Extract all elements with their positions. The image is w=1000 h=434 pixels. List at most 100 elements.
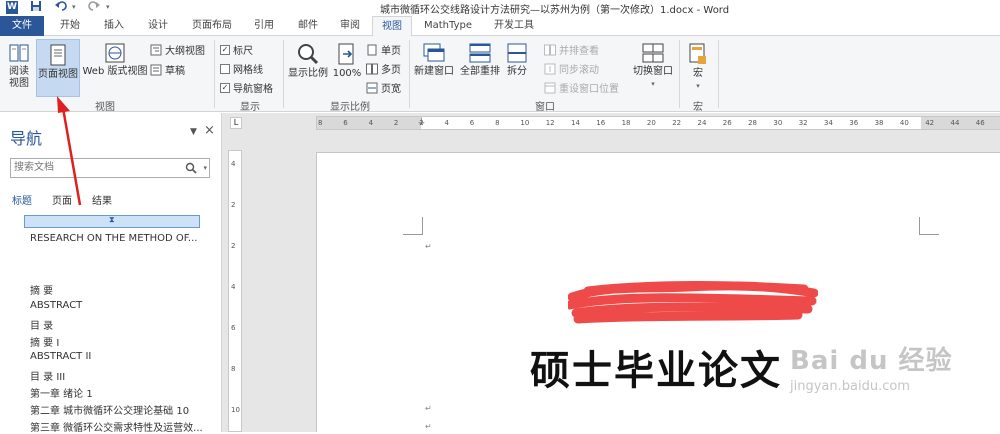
ruler-number: 4: [231, 160, 236, 168]
page-width-button[interactable]: 页宽: [366, 80, 401, 95]
sync-scroll-label: 同步滚动: [559, 65, 599, 76]
search-icon[interactable]: [185, 162, 197, 174]
nav-heading-item[interactable]: RESEARCH ON THE METHOD OF...: [30, 233, 197, 244]
collapse-heading-bar[interactable]: ⧗: [24, 215, 200, 228]
page-width-icon: [366, 82, 378, 93]
reset-position-label: 重设窗口位置: [559, 84, 619, 95]
ribbon-separator: [679, 40, 680, 108]
ruler-number: 8: [495, 119, 500, 127]
read-mode-label-1: 阅读: [9, 66, 29, 77]
undo-icon[interactable]: [55, 0, 69, 16]
reset-position-button[interactable]: 重设窗口位置: [544, 80, 619, 95]
word-app-icon[interactable]: W: [6, 1, 18, 14]
page-width-label: 页宽: [381, 84, 401, 95]
read-mode-button[interactable]: 阅读 视图: [4, 42, 34, 90]
macros-button[interactable]: 宏 ▾: [683, 42, 713, 92]
nav-heading-item[interactable]: ABSTRACT: [30, 300, 82, 311]
paragraph-mark: ↵: [425, 422, 432, 431]
ruler-number: 14: [571, 119, 580, 127]
switch-window-button[interactable]: 切换窗口 ▾: [630, 42, 676, 90]
redo-icon[interactable]: [88, 0, 100, 16]
vertical-ruler[interactable]: [228, 150, 242, 432]
tab-selector[interactable]: L: [230, 117, 242, 129]
tab-insert[interactable]: 插入: [96, 16, 132, 36]
group-macro-label: 宏: [693, 102, 703, 113]
nav-heading-item[interactable]: 第二章 城市微循环公交理论基础 10: [30, 402, 189, 417]
ruler-number: 46: [975, 119, 985, 127]
draft-label: 草稿: [165, 66, 185, 77]
ruler-number: 42: [925, 119, 935, 127]
tab-review[interactable]: 审阅: [332, 16, 368, 36]
gridlines-checkbox[interactable]: 网格线: [220, 61, 263, 76]
ruler-checkbox[interactable]: ✓ 标尺: [220, 42, 253, 57]
print-layout-button[interactable]: 页面视图: [36, 39, 80, 97]
outline-label: 大纲视图: [165, 46, 205, 57]
multi-page-label: 多页: [381, 65, 401, 76]
nav-tab-results[interactable]: 结果: [92, 192, 112, 207]
zoom-100-button[interactable]: 100%: [332, 42, 362, 80]
side-by-side-label: 并排查看: [559, 46, 599, 57]
new-window-button[interactable]: 新建窗口: [412, 42, 456, 78]
nav-heading-item[interactable]: 摘 要: [30, 282, 53, 297]
tab-home[interactable]: 开始: [52, 16, 88, 36]
nav-options-icon[interactable]: ▼: [190, 127, 197, 137]
ruler-number: 12: [545, 119, 555, 127]
navigation-pane: 导航 ▼ × 搜索文档 ▾ 标题 页面 结果 ⧗ RESEARCH ON THE…: [0, 113, 222, 434]
page-view-label: 页面视图: [38, 69, 78, 80]
tab-mailings[interactable]: 邮件: [290, 16, 326, 36]
sync-scroll-button[interactable]: 同步滚动: [544, 61, 599, 76]
search-placeholder: 搜索文档: [14, 162, 54, 173]
ruler-number: 4: [231, 283, 236, 291]
tab-page-layout[interactable]: 页面布局: [184, 16, 240, 36]
side-by-side-button[interactable]: 并排查看: [544, 42, 599, 57]
macros-label: 宏: [693, 68, 703, 79]
search-dropdown-icon[interactable]: ▾: [203, 159, 207, 177]
one-page-button[interactable]: 单页: [366, 42, 401, 57]
save-icon[interactable]: [30, 0, 42, 16]
ruler-number: 2: [393, 119, 399, 127]
one-page-icon: [367, 44, 377, 55]
split-button[interactable]: 拆分: [504, 42, 530, 78]
tab-mathtype[interactable]: MathType: [420, 16, 476, 36]
nav-heading-item[interactable]: 目 录: [30, 317, 53, 332]
web-layout-button[interactable]: Web 版式视图: [82, 42, 148, 78]
nav-tab-headings[interactable]: 标题: [12, 192, 32, 207]
gridlines-check-box: [220, 63, 230, 74]
nav-heading-item[interactable]: 摘 要 I: [30, 334, 59, 349]
watermark-brand: Bai du 经验: [790, 346, 953, 376]
close-icon[interactable]: ×: [204, 123, 215, 138]
multi-page-button[interactable]: 多页: [366, 61, 401, 76]
ruler-number: 26: [722, 119, 732, 127]
ruler-number: 22: [672, 119, 682, 127]
arrange-all-label: 全部重排: [460, 66, 500, 77]
tab-developer[interactable]: 开发工具: [486, 16, 542, 36]
nav-heading-item[interactable]: 目 录 III: [30, 368, 65, 383]
zoom-button[interactable]: 显示比例: [286, 42, 330, 80]
tab-view[interactable]: 视图: [372, 16, 412, 37]
margin-mark-top-left: [403, 217, 423, 235]
macros-dropdown-icon: ▾: [696, 82, 700, 90]
switch-window-label: 切换窗口: [633, 66, 673, 77]
one-page-label: 单页: [381, 46, 401, 57]
tab-file[interactable]: 文件: [0, 16, 44, 36]
draft-button[interactable]: 草稿: [150, 62, 185, 77]
nav-pane-checkbox[interactable]: ✓ 导航窗格: [220, 80, 273, 95]
tab-references[interactable]: 引用: [246, 16, 282, 36]
nav-pane-check-box: ✓: [220, 82, 230, 93]
sync-scroll-icon: [544, 63, 556, 74]
ruler-number: 10: [231, 406, 240, 414]
draft-icon: [150, 64, 162, 75]
outline-button[interactable]: 大纲视图: [150, 42, 205, 57]
switch-window-icon: [642, 43, 664, 63]
arrange-all-button[interactable]: 全部重排: [458, 42, 502, 78]
ruler-number: 2: [231, 242, 236, 250]
ribbon-tabs: 文件 开始 插入 设计 页面布局 引用 邮件 审阅 视图 MathType 开发…: [0, 16, 1000, 37]
nav-tab-pages[interactable]: 页面: [52, 192, 72, 207]
group-zoom-label: 显示比例: [330, 102, 370, 113]
nav-heading-item[interactable]: 第一章 绪论 1: [30, 385, 93, 400]
ruler-number: 2: [419, 119, 424, 127]
tab-design[interactable]: 设计: [140, 16, 176, 36]
collapse-icon: ⧗: [109, 215, 115, 224]
search-input[interactable]: 搜索文档 ▾: [10, 158, 210, 178]
nav-heading-item[interactable]: ABSTRACT II: [30, 351, 91, 362]
